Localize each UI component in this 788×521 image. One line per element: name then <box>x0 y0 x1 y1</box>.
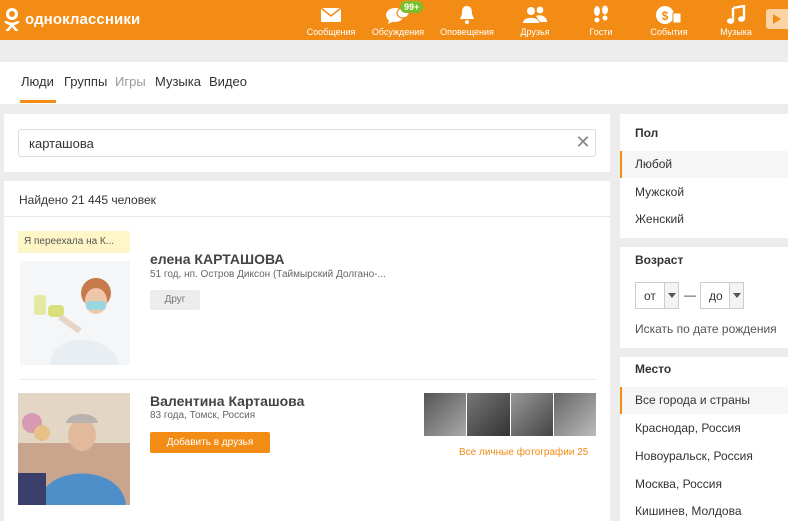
filter-place-all[interactable]: Все города и страны <box>620 387 788 414</box>
photo-thumbnail[interactable] <box>510 393 553 436</box>
photo-thumbnail[interactable] <box>553 393 596 436</box>
filter-place-option[interactable]: Краснодар, Россия <box>620 415 788 442</box>
divider <box>4 216 610 217</box>
friend-status-button[interactable]: Друг <box>150 290 200 310</box>
filter-gender-female[interactable]: Женский <box>620 206 788 233</box>
filter-gender-any[interactable]: Любой <box>620 151 788 178</box>
person-meta: 83 года, Томск, Россия <box>150 410 256 421</box>
play-icon <box>773 14 781 24</box>
tab-groups[interactable]: Группы <box>64 74 107 89</box>
bell-icon <box>458 5 476 25</box>
photo-thumbnail[interactable] <box>424 393 467 436</box>
chevron-down-icon <box>664 283 678 308</box>
music-note-icon <box>726 5 746 25</box>
ok-logo-icon <box>4 8 20 31</box>
filter-age-title: Возраст <box>635 253 684 267</box>
friends-icon <box>522 5 548 25</box>
divider <box>620 348 788 357</box>
person-name[interactable]: Валентина Карташова <box>150 393 304 409</box>
divider <box>19 379 597 380</box>
nav-friends[interactable]: Друзья <box>515 0 555 40</box>
events-icon: $ <box>655 5 683 25</box>
results-card: Найдено 21 445 человек Я переехала на К.… <box>4 181 610 521</box>
nav-discussions[interactable]: 99+ Обсуждения <box>370 0 426 40</box>
active-tab-indicator <box>20 100 56 103</box>
footprints-icon <box>591 5 611 25</box>
filter-place-option[interactable]: Новоуральск, Россия <box>620 443 788 470</box>
search-tabs: Люди Группы Игры Музыка Видео <box>0 62 788 104</box>
player-play-button[interactable] <box>766 9 788 29</box>
notification-badge: 99+ <box>400 1 424 13</box>
svg-text:$: $ <box>662 9 669 23</box>
add-friend-button[interactable]: Добавить в друзья <box>150 432 270 453</box>
avatar[interactable] <box>18 393 130 505</box>
filter-place-option[interactable]: Кишинев, Молдова <box>620 498 788 521</box>
search-input[interactable] <box>18 129 596 157</box>
photo-thumbnail[interactable] <box>467 393 510 436</box>
filter-place-title: Место <box>635 362 672 376</box>
clear-search-icon[interactable]: ✕ <box>574 133 592 151</box>
nav-guests[interactable]: Гости <box>583 0 619 40</box>
age-range-dash: — <box>684 288 696 302</box>
tab-video[interactable]: Видео <box>209 74 247 89</box>
nav-events[interactable]: $ События <box>646 0 692 40</box>
photo-strip <box>424 393 596 436</box>
person-meta: 51 год, нп. Остров Диксон (Таймырский До… <box>150 269 386 280</box>
search-card: ✕ <box>4 114 610 172</box>
age-from-select[interactable]: от <box>635 282 679 309</box>
filter-gender-title: Пол <box>635 126 659 140</box>
chevron-down-icon <box>729 283 743 308</box>
envelope-icon <box>320 5 342 25</box>
nav-notifications[interactable]: Оповещения <box>439 0 495 40</box>
avatar[interactable] <box>20 261 130 365</box>
age-to-select[interactable]: до <box>700 282 744 309</box>
filters-sidebar: Пол Любой Мужской Женский Возраст от — д… <box>620 114 788 521</box>
filter-place-option[interactable]: Москва, Россия <box>620 471 788 498</box>
tab-people[interactable]: Люди <box>21 74 54 89</box>
top-bar: одноклассники Сообщения 99+ Обсуждения О… <box>0 0 788 40</box>
filter-gender-male[interactable]: Мужской <box>620 179 788 206</box>
nav-music[interactable]: Музыка <box>716 0 756 40</box>
tab-games[interactable]: Игры <box>115 74 146 89</box>
logo-text: одноклассники <box>25 10 141 28</box>
person-name[interactable]: елена КАРТАШОВА <box>150 251 284 267</box>
tab-music[interactable]: Музыка <box>155 74 201 89</box>
all-photos-link[interactable]: Все личные фотографии 25 <box>459 447 588 458</box>
nav-messages[interactable]: Сообщения <box>307 0 355 40</box>
results-count: Найдено 21 445 человек <box>19 193 156 207</box>
search-by-birthdate-link[interactable]: Искать по дате рождения <box>635 322 777 336</box>
status-note[interactable]: Я переехала на К... <box>18 231 130 253</box>
ok-logo[interactable]: одноклассники <box>4 8 141 31</box>
divider <box>620 238 788 247</box>
